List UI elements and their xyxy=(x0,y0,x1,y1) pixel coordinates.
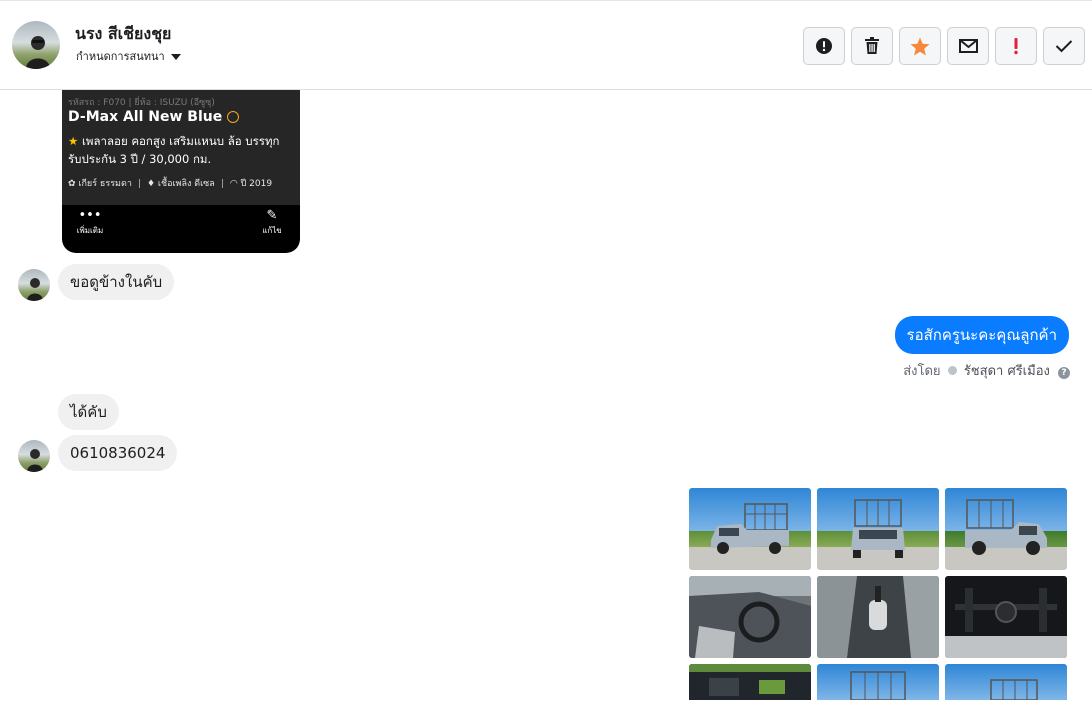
exclamation-icon xyxy=(1014,38,1018,55)
photo-attachment[interactable] xyxy=(945,488,1067,570)
message-incoming: ขอดูข้างในคับ xyxy=(58,264,175,300)
assign-label: กำหนดการสนทนา xyxy=(76,50,165,63)
listing-fuel: เชื้อเพลิง ดีเซล xyxy=(157,179,215,189)
listing-meta: รหัสรถ : F070 | ยี่ห้อ : ISUZU (อีซูซุ) xyxy=(68,98,215,108)
mark-done-button[interactable] xyxy=(1043,27,1085,65)
mark-unread-button[interactable] xyxy=(947,27,989,65)
listing-card-body: รหัสรถ : F070 | ยี่ห้อ : ISUZU (อีซูซุ) … xyxy=(62,90,300,205)
more-button[interactable]: ••• เพิ่มเติม xyxy=(65,208,115,237)
photo-attachment[interactable] xyxy=(945,576,1067,658)
photo-attachment[interactable] xyxy=(817,576,939,658)
fuel-icon: ♦ xyxy=(146,179,158,189)
edit-label: แก้ไข xyxy=(262,226,282,235)
listing-features: ★ เพลาลอย คอกสูง เสริมแหนบ ล้อ บรรทุก รั… xyxy=(68,132,294,168)
sent-by-agent[interactable]: รัชสุดา ศรีเมือง xyxy=(964,364,1050,379)
sent-by-info: ส่งโดย รัชสุดา ศรีเมือง ? xyxy=(903,360,1070,381)
help-icon[interactable]: ? xyxy=(1058,367,1070,379)
report-button[interactable] xyxy=(803,27,845,65)
star-icon xyxy=(910,37,930,55)
message-outgoing: รอสักครูนะคะคุณลูกค้า xyxy=(894,316,1069,354)
conversation-header: นรง สีเชียงชุย กำหนดการสนทนา xyxy=(0,0,1092,90)
edit-button[interactable]: ✎ แก้ไข xyxy=(247,208,297,237)
photo-attachment[interactable] xyxy=(817,488,939,570)
photo-attachment[interactable] xyxy=(689,664,811,700)
message-incoming: ได้คับ xyxy=(58,394,119,430)
follow-up-button[interactable] xyxy=(995,27,1037,65)
contact-name: นรง สีเชียงชุย xyxy=(75,24,172,43)
listing-specs: ✿ เกียร์ ธรรมดา | ♦ เชื้อเพลิง ดีเซล | ◠ ปี … xyxy=(68,179,273,189)
check-icon xyxy=(1055,40,1073,53)
agent-avatar-icon xyxy=(947,366,957,375)
trash-icon xyxy=(865,37,879,54)
photo-attachment[interactable] xyxy=(817,664,939,700)
sent-by-prefix: ส่งโดย xyxy=(903,364,941,379)
gear-icon: ✿ xyxy=(68,179,79,189)
listing-features-text: เพลาลอย คอกสูง เสริมแหนบ ล้อ บรรทุก รับป… xyxy=(68,134,280,166)
listing-gear: เกียร์ ธรรมดา xyxy=(78,179,132,189)
gauge-icon: ◠ xyxy=(229,179,241,189)
listing-model-text: D-Max All New Blue xyxy=(68,109,223,125)
alert-circle-icon xyxy=(816,38,832,54)
star-icon: ★ xyxy=(68,134,82,148)
sender-avatar xyxy=(18,440,50,472)
envelope-icon xyxy=(958,39,978,53)
more-label: เพิ่มเติม xyxy=(76,226,104,235)
caret-down-icon xyxy=(170,54,181,60)
photo-attachment[interactable] xyxy=(689,576,811,658)
listing-card[interactable]: รหัสรถ : F070 | ยี่ห้อ : ISUZU (อีซูซุ) … xyxy=(62,90,300,253)
pencil-icon: ✎ xyxy=(266,208,278,223)
sender-avatar xyxy=(18,269,50,301)
photo-attachment[interactable] xyxy=(945,664,1067,700)
photo-attachment[interactable] xyxy=(689,488,811,570)
listing-year: ปี 2019 xyxy=(240,179,273,189)
more-dots-icon: ••• xyxy=(78,208,102,223)
star-button[interactable] xyxy=(899,27,941,65)
delete-button[interactable] xyxy=(851,27,893,65)
verified-badge-icon xyxy=(227,111,240,123)
assign-conversation-dropdown[interactable]: กำหนดการสนทนา xyxy=(76,47,181,65)
contact-avatar[interactable] xyxy=(12,21,60,69)
listing-model: D-Max All New Blue xyxy=(68,109,240,125)
message-incoming: 0610836024 xyxy=(58,435,178,471)
